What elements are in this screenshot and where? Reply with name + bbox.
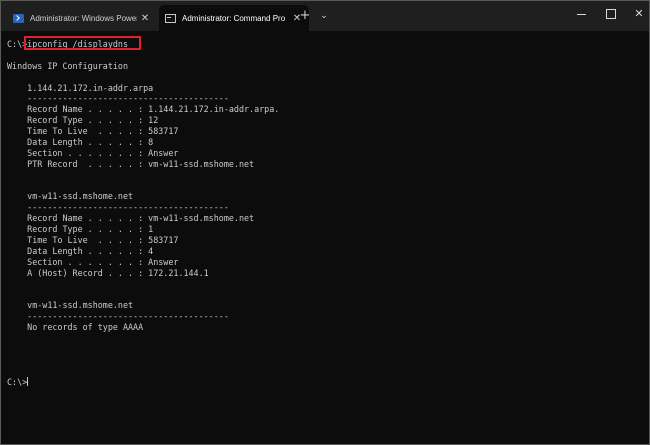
chevron-down-icon[interactable]: ⌄: [317, 7, 331, 25]
output-block: Windows IP Configuration 1.144.21.172.in…: [7, 50, 643, 377]
output-line: Section . . . . . . . : Answer: [7, 256, 179, 267]
tab-windows-powershell[interactable]: Administrator: Windows Power ✕: [7, 5, 157, 31]
output-line: Record Name . . . . . : 1.144.21.172.in-…: [7, 104, 280, 115]
output-line: Record Type . . . . . : 12: [7, 115, 159, 126]
minimize-button[interactable]: [565, 1, 597, 27]
output-line: ----------------------------------------: [7, 93, 229, 104]
minimize-icon: [576, 13, 586, 15]
title-bar: Administrator: Windows Power ✕ Administr…: [1, 1, 649, 31]
cmd-icon: [165, 13, 176, 23]
output-line: 1.144.21.172.in-addr.arpa: [7, 82, 154, 93]
close-icon[interactable]: ✕: [137, 13, 153, 24]
command-line: C:\>ipconfig /displaydns: [7, 36, 643, 50]
output-line: Time To Live . . . . : 583717: [7, 235, 179, 246]
tab-label: Administrator: Windows Power: [30, 13, 137, 23]
output-line: Data Length . . . . . : 8: [7, 137, 154, 148]
final-prompt-line[interactable]: C:\>: [7, 376, 643, 388]
output-line: No records of type AAAA: [7, 322, 144, 333]
maximize-icon: [606, 9, 616, 19]
powershell-icon: [13, 13, 24, 23]
new-tab-button[interactable]: +: [297, 7, 313, 25]
tab-command-prompt[interactable]: Administrator: Command Pro ✕: [159, 5, 309, 31]
output-line: ----------------------------------------: [7, 311, 229, 322]
output-line: Time To Live . . . . : 583717: [7, 126, 179, 137]
terminal-window: Administrator: Windows Power ✕ Administr…: [0, 0, 650, 445]
output-line: Record Name . . . . . : vm-w11-ssd.mshom…: [7, 213, 255, 224]
output-line: Data Length . . . . . : 4: [7, 245, 154, 256]
command-highlight-box: [24, 36, 141, 50]
output-line: PTR Record . . . . . : vm-w11-ssd.mshome…: [7, 158, 255, 169]
output-line: A (Host) Record . . . : 172.21.144.1: [7, 267, 209, 278]
output-line: ----------------------------------------: [7, 202, 229, 213]
prompt: C:\>: [7, 376, 28, 387]
output-line: Windows IP Configuration: [7, 60, 129, 71]
output-line: vm-w11-ssd.mshome.net: [7, 191, 134, 202]
window-close-button[interactable]: ✕: [623, 1, 649, 27]
text-cursor: [27, 376, 29, 386]
tab-label: Administrator: Command Pro: [182, 13, 286, 23]
output-line: Section . . . . . . . : Answer: [7, 147, 179, 158]
terminal-output[interactable]: C:\>ipconfig /displaydns Windows IP Conf…: [7, 36, 643, 439]
output-line: Record Type . . . . . : 1: [7, 224, 154, 235]
output-line: vm-w11-ssd.mshome.net: [7, 300, 134, 311]
